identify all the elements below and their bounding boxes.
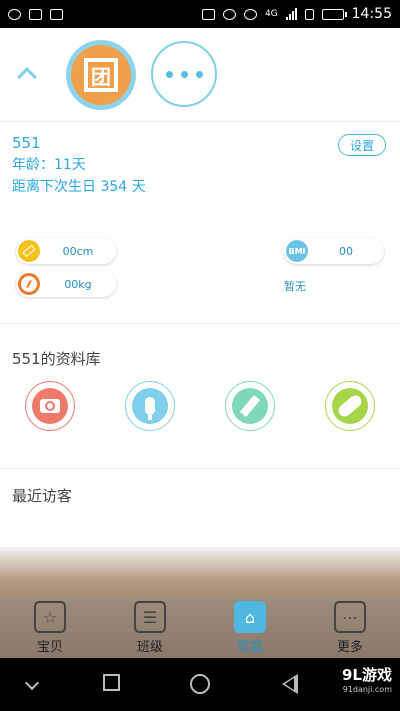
avatar[interactable]: 团 <box>66 40 136 110</box>
system-nav-bar: 9L游戏 91danji.com <box>0 658 400 711</box>
ruler-icon <box>18 240 40 262</box>
battery-icon <box>321 8 347 20</box>
avatar-glyph: 团 <box>84 58 118 92</box>
microphone-icon <box>145 397 155 420</box>
more-icon: ⋯ <box>334 601 366 633</box>
age-text: 年龄：11天 <box>12 157 86 173</box>
divider <box>0 323 400 324</box>
bmi-icon: BMI <box>286 240 308 262</box>
more-profiles-button[interactable] <box>151 41 217 107</box>
bmi-value: 00 <box>339 244 353 258</box>
recents-button[interactable] <box>103 674 120 691</box>
height-value: 00cm <box>62 244 94 258</box>
baby-name: 551 <box>12 134 41 152</box>
photo-button[interactable] <box>25 381 75 431</box>
image-icon <box>29 8 42 20</box>
wifi-icon <box>243 8 257 20</box>
camera-icon <box>40 399 60 413</box>
dot-icon <box>195 70 203 78</box>
height-metric[interactable]: 00cm <box>16 238 116 264</box>
profile-info: 551 年龄：11天 距离下次生日 354 天 设置 <box>12 132 388 202</box>
vibrate-icon <box>201 8 215 20</box>
divider <box>0 468 400 469</box>
sim-icon <box>304 8 314 20</box>
home-icon: ⌂ <box>234 601 266 633</box>
pencil-icon <box>239 395 261 417</box>
bmi-metric[interactable]: BMI 00 <box>284 238 384 264</box>
notification-icon <box>8 8 21 20</box>
clock: 14:55 <box>351 6 392 22</box>
profile-header: 团 <box>0 28 400 122</box>
bmi-note: 暂无 <box>284 280 306 293</box>
tab-more[interactable]: ⋯ 更多 <box>300 597 400 658</box>
visitors-title: 最近访客 <box>12 487 73 505</box>
tab-baby[interactable]: ☆ 宝贝 <box>0 597 100 658</box>
pill-icon <box>336 393 364 419</box>
scale-icon <box>18 273 40 295</box>
tab-class[interactable]: ☰ 班级 <box>100 597 200 658</box>
back-button[interactable] <box>282 674 298 694</box>
voice-button[interactable] <box>125 381 175 431</box>
dot-icon <box>165 70 173 78</box>
alarm-icon <box>222 8 236 20</box>
list-icon: ☰ <box>134 601 166 633</box>
tab-family[interactable]: ⌂ 家庭 <box>200 597 300 658</box>
note-button[interactable] <box>225 381 275 431</box>
library-title: 551的资料库 <box>12 350 101 368</box>
tab-bar: ☆ 宝贝 ☰ 班级 ⌂ 家庭 ⋯ 更多 <box>0 597 400 658</box>
hide-keyboard-icon[interactable] <box>24 675 40 691</box>
settings-button[interactable]: 设置 <box>338 134 386 156</box>
dot-icon <box>180 70 188 78</box>
home-button[interactable] <box>190 674 210 694</box>
watermark: 9L游戏 91danji.com <box>342 666 392 694</box>
weight-metric[interactable]: 00kg <box>16 271 116 297</box>
status-bar: 4G 14:55 <box>0 0 400 28</box>
health-button[interactable] <box>325 381 375 431</box>
chevron-up-icon[interactable] <box>17 67 37 87</box>
weight-value: 00kg <box>64 277 92 291</box>
keyboard-icon <box>50 8 63 20</box>
birthday-countdown: 距离下次生日 354 天 <box>12 179 146 195</box>
network-type: 4G <box>264 9 278 19</box>
star-icon: ☆ <box>34 601 66 633</box>
signal-icon <box>285 8 297 20</box>
